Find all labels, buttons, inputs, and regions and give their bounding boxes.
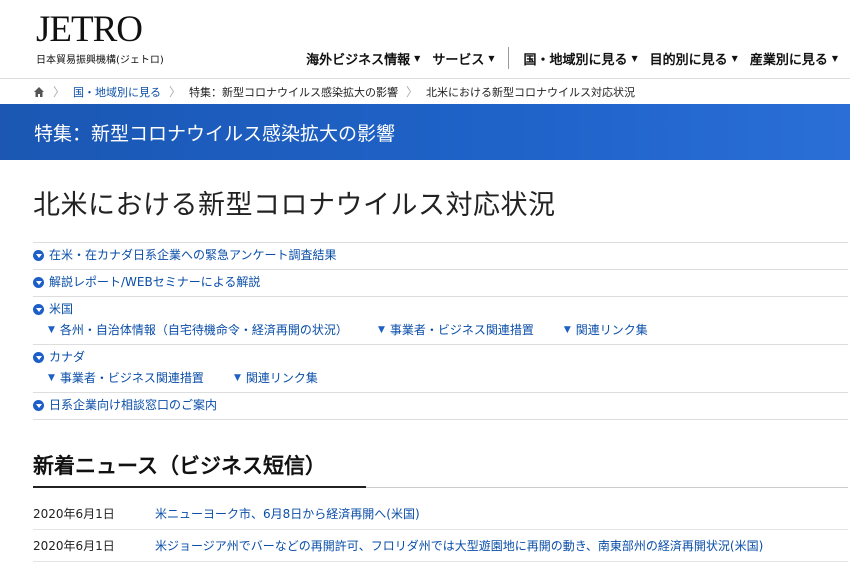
toc-row: 解説レポート/WEBセミナーによる解説: [33, 270, 848, 297]
banner-title[interactable]: 特集：新型コロナウイルス感染拡大の影響: [34, 119, 395, 146]
sublink-label: 各州・自治体情報（自宅待機命令・経済再開の状況）: [59, 323, 348, 337]
news-section-title: 新着ニュース（ビジネス短信）: [33, 454, 326, 478]
toc-link-survey[interactable]: 在米・在カナダ日系企業への緊急アンケート調査結果: [33, 248, 848, 263]
breadcrumb-separator-icon: 〉: [169, 85, 182, 99]
chevron-down-icon: ▼: [631, 53, 638, 63]
nav-label: 国・地域別に見る: [523, 52, 628, 68]
circle-arrow-down-icon: [33, 304, 44, 315]
news-heading-block: 新着ニュース（ビジネス短信）: [33, 450, 848, 488]
news-item: 2020年6月1日 米ニューヨーク市、6月8日から経済再開へ(米国): [33, 498, 848, 530]
sublink-label: 事業者・ビジネス関連措置: [389, 323, 534, 337]
logo-subtitle: 日本貿易振興機構(ジェトロ): [36, 55, 164, 66]
news-date: 2020年6月1日: [33, 539, 115, 553]
feature-banner: 特集：新型コロナウイルス感染拡大の影響: [0, 104, 850, 160]
breadcrumb-current: 北米における新型コロナウイルス対応状況: [426, 85, 636, 99]
sublink-label: 関連リンク集: [245, 371, 318, 385]
nav-label: サービス: [432, 52, 485, 68]
circle-arrow-down-icon: [33, 250, 44, 261]
chevron-down-icon: ▼: [414, 53, 421, 63]
toc-sublink-canada-links[interactable]: ▼ 関連リンク集: [234, 369, 318, 386]
heading-divider: [366, 487, 848, 488]
toc-row: 米国 ▼ 各州・自治体情報（自宅待機命令・経済再開の状況） ▼ 事業者・ビジネス…: [33, 297, 848, 345]
jetro-logo[interactable]: JETRO 日本貿易振興機構(ジェトロ): [36, 9, 164, 66]
nav-by-purpose[interactable]: 目的別に見る ▼: [650, 49, 738, 68]
toc-sublink-canada-business[interactable]: ▼ 事業者・ビジネス関連措置: [48, 369, 204, 386]
toc-link-us[interactable]: 米国: [33, 302, 848, 317]
nav-services[interactable]: サービス ▼: [432, 49, 494, 68]
nav-by-industry[interactable]: 産業別に見る ▼: [750, 49, 838, 68]
toc-label: カナダ: [49, 350, 86, 364]
toc-label: 在米・在カナダ日系企業への緊急アンケート調査結果: [49, 248, 337, 262]
page-title: 北米における新型コロナウイルス対応状況: [33, 190, 556, 221]
nav-label: 産業別に見る: [749, 52, 828, 68]
toc-link-canada[interactable]: カナダ: [33, 350, 848, 365]
toc-row: 日系企業向け相談窓口のご案内: [33, 393, 848, 420]
breadcrumb-link-feature[interactable]: 特集：新型コロナウイルス感染拡大の影響: [189, 84, 398, 100]
triangle-down-icon: ▼: [48, 372, 55, 383]
news-link[interactable]: 米ジョージア州でバーなどの再開許可、フロリダ州では大型遊園地に再開の動き、南東部…: [155, 537, 763, 554]
nav-overseas-business[interactable]: 海外ビジネス情報 ▼: [306, 49, 420, 68]
chevron-down-icon: ▼: [831, 53, 838, 63]
home-icon[interactable]: [33, 86, 45, 98]
nav-divider: [508, 47, 510, 69]
triangle-down-icon: ▼: [233, 372, 241, 383]
nav-label: 海外ビジネス情報: [306, 52, 411, 68]
breadcrumb-link-region[interactable]: 国・地域別に見る: [73, 84, 161, 100]
toc-row: カナダ ▼ 事業者・ビジネス関連措置 ▼ 関連リンク集: [33, 345, 848, 393]
toc-sublinks-us: ▼ 各州・自治体情報（自宅待機命令・経済再開の状況） ▼ 事業者・ビジネス関連措…: [33, 321, 848, 338]
site-header: JETRO 日本貿易振興機構(ジェトロ) 海外ビジネス情報 ▼ サービス ▼ 国…: [0, 0, 850, 78]
toc-sublink-us-business[interactable]: ▼ 事業者・ビジネス関連措置: [378, 321, 534, 338]
toc-sublink-us-links[interactable]: ▼ 関連リンク集: [564, 321, 648, 338]
chevron-down-icon: ▼: [731, 53, 738, 63]
toc-label: 日系企業向け相談窓口のご案内: [49, 398, 218, 412]
main-content: 北米における新型コロナウイルス対応状況 在米・在カナダ日系企業への緊急アンケート…: [0, 183, 850, 562]
news-link[interactable]: 米ニューヨーク市、6月8日から経済再開へ(米国): [155, 505, 420, 522]
circle-arrow-down-icon: [33, 400, 44, 411]
breadcrumb: 〉 国・地域別に見る 〉 特集：新型コロナウイルス感染拡大の影響 〉 北米におけ…: [0, 78, 850, 104]
toc-label: 解説レポート/WEBセミナーによる解説: [49, 275, 261, 289]
news-item: 2020年6月1日 米ジョージア州でバーなどの再開許可、フロリダ州では大型遊園地…: [33, 530, 848, 562]
sublink-label: 関連リンク集: [575, 323, 648, 337]
breadcrumb-separator-icon: 〉: [53, 85, 66, 99]
global-nav: 海外ビジネス情報 ▼ サービス ▼ 国・地域別に見る ▼ 目的別に見る ▼ 産業…: [294, 47, 838, 69]
toc-link-report[interactable]: 解説レポート/WEBセミナーによる解説: [33, 275, 848, 290]
triangle-down-icon: ▼: [563, 324, 571, 335]
breadcrumb-separator-icon: 〉: [406, 85, 419, 99]
news-list: 2020年6月1日 米ニューヨーク市、6月8日から経済再開へ(米国) 2020年…: [33, 498, 848, 562]
triangle-down-icon: ▼: [48, 324, 55, 335]
toc-label: 米国: [49, 302, 74, 316]
nav-label: 目的別に見る: [649, 52, 728, 68]
logo-mark: JETRO: [36, 9, 143, 50]
heading-underline: [33, 486, 366, 488]
triangle-down-icon: ▼: [377, 324, 385, 335]
toc-row: 在米・在カナダ日系企業への緊急アンケート調査結果: [33, 243, 848, 270]
toc-sublink-us-states[interactable]: ▼ 各州・自治体情報（自宅待機命令・経済再開の状況）: [48, 321, 348, 338]
circle-arrow-down-icon: [33, 277, 44, 288]
news-date: 2020年6月1日: [33, 507, 115, 521]
table-of-contents: 在米・在カナダ日系企業への緊急アンケート調査結果 解説レポート/WEBセミナーに…: [33, 242, 848, 420]
circle-arrow-down-icon: [33, 352, 44, 363]
nav-by-region[interactable]: 国・地域別に見る ▼: [523, 49, 637, 68]
sublink-label: 事業者・ビジネス関連措置: [59, 371, 204, 385]
toc-link-consult[interactable]: 日系企業向け相談窓口のご案内: [33, 398, 848, 413]
chevron-down-icon: ▼: [488, 53, 495, 63]
toc-sublinks-canada: ▼ 事業者・ビジネス関連措置 ▼ 関連リンク集: [33, 369, 848, 386]
